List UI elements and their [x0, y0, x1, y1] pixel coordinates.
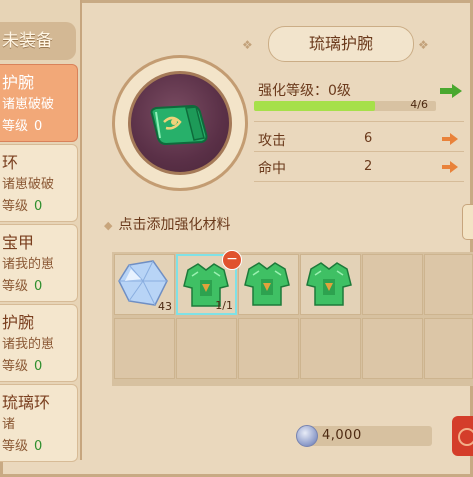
item-name: 宝甲 — [2, 233, 35, 252]
jade-gauntlet-icon — [150, 104, 208, 146]
diamond-bullet-icon: ◆ — [104, 219, 113, 232]
list-item[interactable]: 护腕 诸我的崽 等级 0 — [0, 304, 78, 382]
list-item[interactable]: 宝甲 诸我的崽 等级 0 — [0, 224, 78, 302]
arrow-right-icon — [442, 133, 458, 145]
material-count: 1/1 — [215, 299, 233, 312]
item-level: 等级 0 — [2, 359, 43, 374]
ornament-icon: ❖ — [418, 38, 429, 52]
empty-slot[interactable] — [362, 254, 423, 315]
enhance-button[interactable] — [452, 416, 473, 456]
cost-value: 4,000 — [322, 428, 362, 443]
item-level: 等级 0 — [2, 279, 43, 294]
silver-coin-icon — [296, 425, 318, 447]
add-material-hint: ◆ 点击添加强化材料 — [104, 217, 231, 233]
material-slot[interactable]: 43 — [114, 254, 175, 315]
upgrade-arrow-icon — [440, 84, 462, 98]
material-slot[interactable] — [238, 254, 299, 315]
list-item[interactable]: 环 诸崽破破 等级 0 — [0, 144, 78, 222]
hit-value: 2 — [364, 159, 373, 174]
swirl-icon — [458, 428, 473, 446]
empty-slot[interactable] — [300, 318, 361, 379]
divider — [254, 151, 464, 152]
list-item-selected[interactable]: 护腕 诸崽破破 等级 0 — [0, 64, 78, 142]
enhance-level-label: 强化等级：0级 — [258, 83, 351, 99]
list-item[interactable]: 琉璃环 诸 等级 0 — [0, 384, 78, 462]
ornament-icon: ❖ — [242, 38, 253, 52]
empty-slot[interactable] — [424, 254, 473, 315]
jade-armor-icon — [306, 262, 352, 306]
equipment-title: 琉璃护腕 — [268, 26, 414, 62]
item-name: 护腕 — [2, 313, 35, 332]
item-owner: 诸崽破破 — [2, 97, 55, 112]
empty-slot[interactable] — [114, 318, 175, 379]
remove-material-button[interactable]: − — [222, 250, 242, 270]
item-owner: 诸我的崽 — [2, 337, 55, 352]
side-tab-button[interactable] — [462, 204, 473, 240]
empty-slot[interactable] — [362, 318, 423, 379]
item-level: 等级 0 — [2, 119, 43, 134]
attack-label: 攻击 — [258, 133, 286, 149]
item-name: 环 — [2, 153, 19, 172]
item-owner: 诸崽破破 — [2, 177, 55, 192]
item-name: 护腕 — [2, 73, 35, 92]
equipment-list-panel: 未装备 护腕 诸崽破破 等级 0 环 诸崽破破 等级 0 宝甲 诸我的崽 等级 0 护… — [0, 0, 82, 462]
arrow-right-icon — [442, 161, 458, 173]
item-owner: 诸 — [2, 417, 16, 432]
enhance-progress-fill — [254, 101, 376, 111]
enhance-progress-text: 4/6 — [410, 98, 428, 111]
item-owner: 诸我的崽 — [2, 257, 55, 272]
divider — [254, 181, 464, 182]
empty-slot[interactable] — [424, 318, 473, 379]
hit-label: 命中 — [258, 161, 286, 177]
material-slot[interactable] — [300, 254, 361, 315]
item-name: 琉璃环 — [2, 393, 51, 412]
divider — [254, 121, 464, 122]
item-level: 等级 0 — [2, 439, 43, 454]
item-level: 等级 0 — [2, 199, 43, 214]
empty-slot[interactable] — [238, 318, 299, 379]
list-header: 未装备 — [0, 22, 76, 60]
jade-armor-icon — [244, 262, 290, 306]
enhance-progress-bar: 4/6 — [254, 98, 436, 111]
material-grid: 43 1/1 — [112, 252, 473, 386]
attack-value: 6 — [364, 131, 373, 146]
empty-slot[interactable] — [176, 318, 237, 379]
cost-field — [300, 426, 432, 446]
material-count: 43 — [158, 300, 172, 313]
